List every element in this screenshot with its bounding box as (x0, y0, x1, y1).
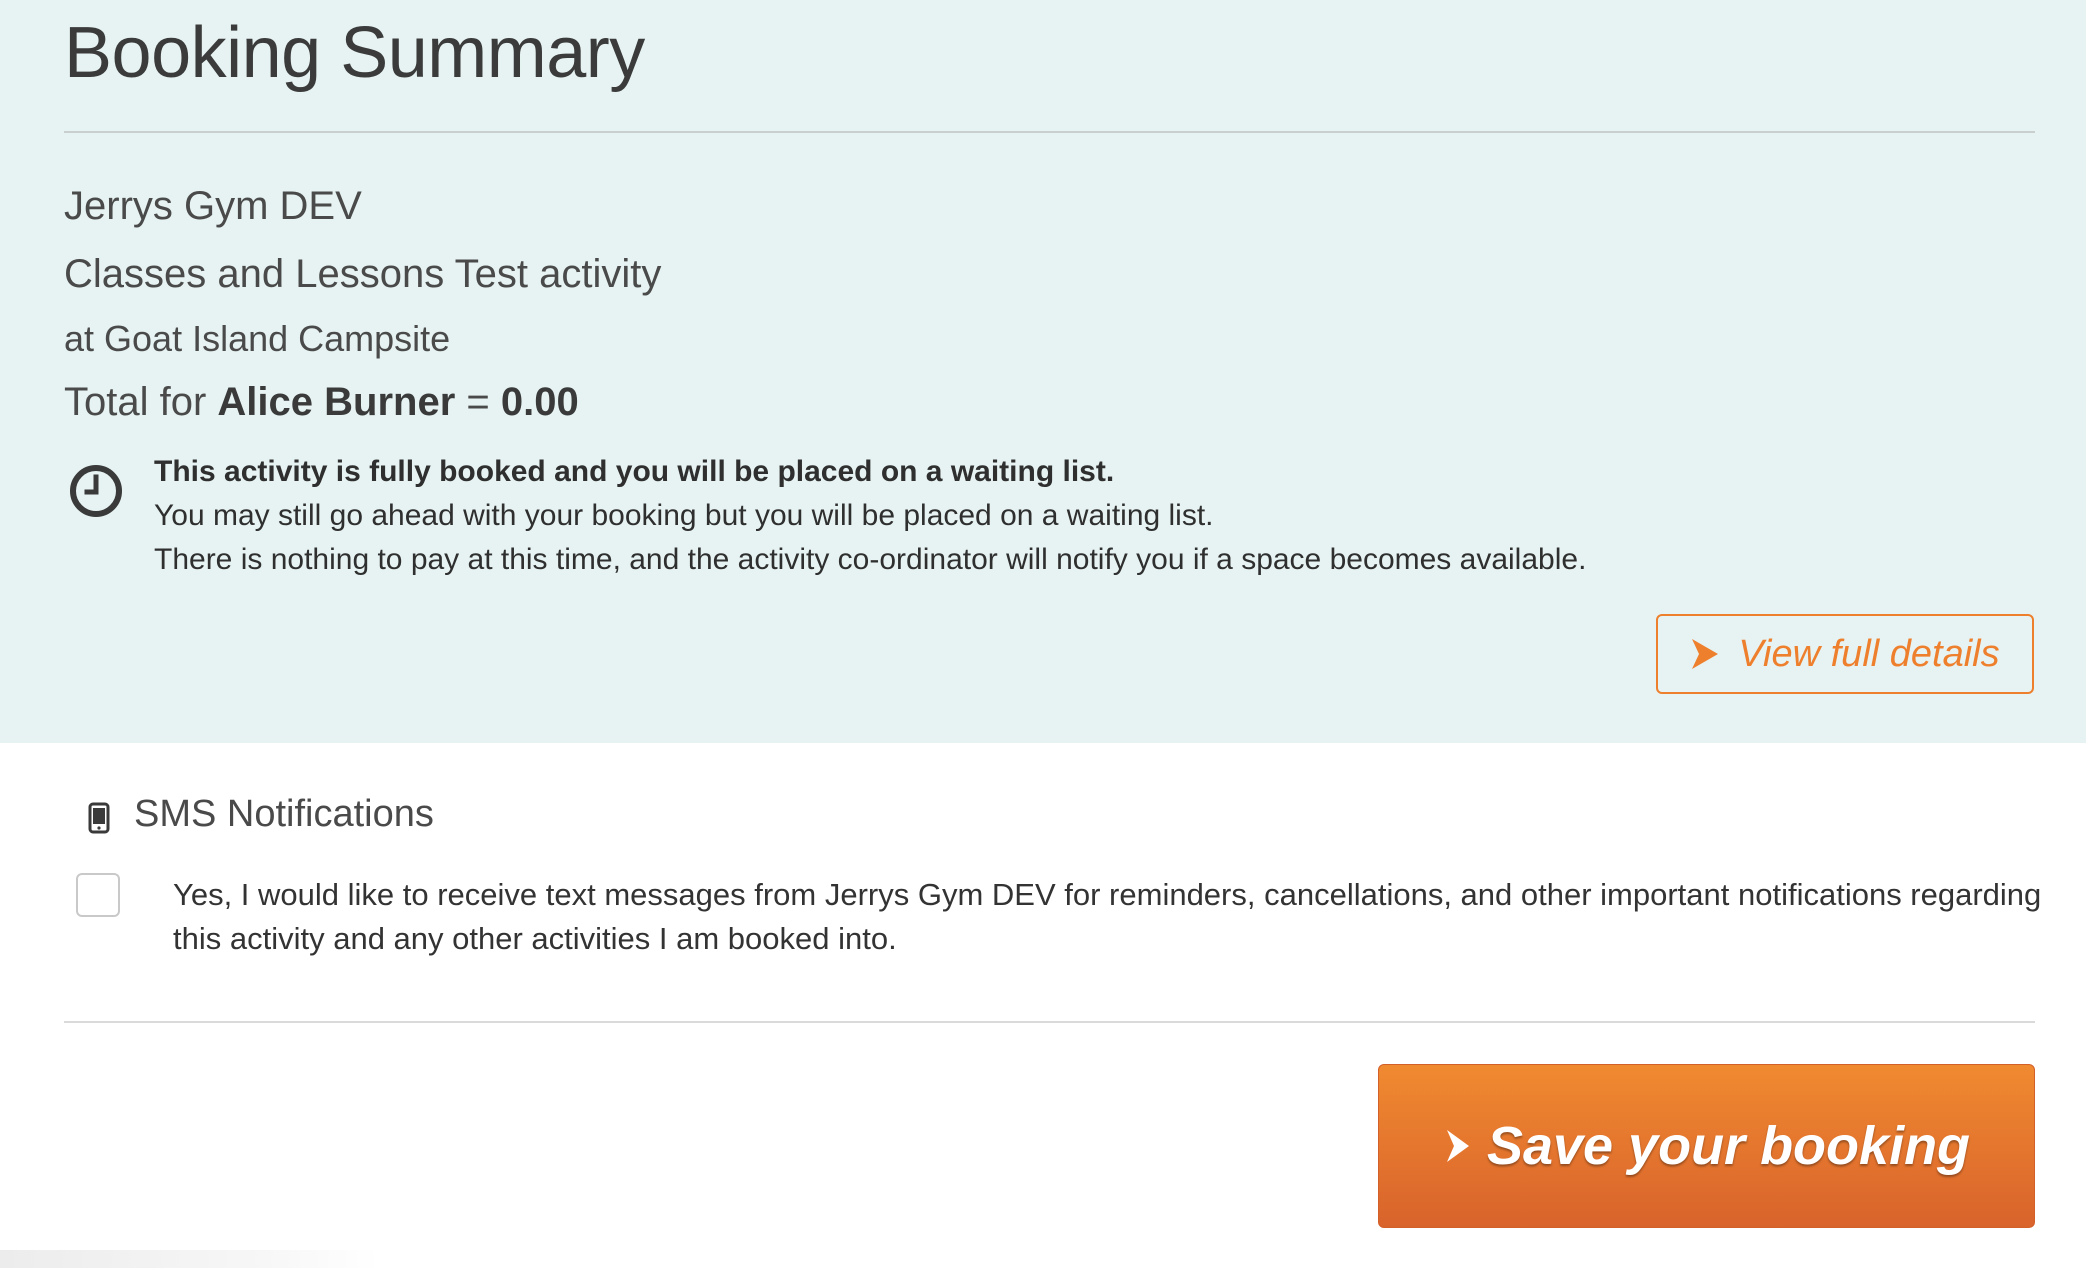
booking-summary-panel: Booking Summary Jerrys Gym DEV Classes a… (0, 0, 2086, 743)
page-bottom-shadow (0, 1250, 380, 1268)
waitlist-heading: This activity is fully booked and you wi… (154, 455, 1115, 488)
divider (64, 131, 2035, 133)
save-booking-button[interactable]: Save your booking (1378, 1064, 2035, 1228)
sms-consent-checkbox[interactable] (76, 873, 120, 917)
page-title: Booking Summary (64, 13, 645, 93)
booking-total: Total for Alice Burner = 0.00 (64, 380, 579, 425)
total-prefix: Total for (64, 380, 207, 424)
participant-name: Alice Burner (217, 380, 456, 424)
view-full-details-button[interactable]: View full details (1656, 614, 2034, 694)
waitlist-notice: This activity is fully booked and you wi… (154, 450, 1586, 582)
activity-name: Classes and Lessons Test activity (64, 252, 662, 296)
mobile-phone-icon (88, 802, 110, 834)
save-booking-label: Save your booking (1486, 1116, 1971, 1176)
sms-consent-label: Yes, I would like to receive text messag… (173, 877, 2042, 956)
clock-icon (70, 465, 122, 517)
venue-name: Jerrys Gym DEV (64, 184, 362, 228)
chevron-right-icon (1692, 639, 1719, 669)
chevron-right-icon (1446, 1130, 1469, 1162)
waitlist-line: You may still go ahead with your booking… (154, 499, 1214, 532)
view-full-details-label: View full details (1738, 632, 2000, 675)
activity-location: at Goat Island Campsite (64, 318, 451, 359)
waitlist-line: There is nothing to pay at this time, an… (154, 543, 1587, 576)
divider (64, 1021, 2035, 1023)
total-amount: 0.00 (500, 380, 579, 424)
total-equals: = (466, 380, 490, 424)
sms-notifications-heading: SMS Notifications (134, 793, 434, 835)
